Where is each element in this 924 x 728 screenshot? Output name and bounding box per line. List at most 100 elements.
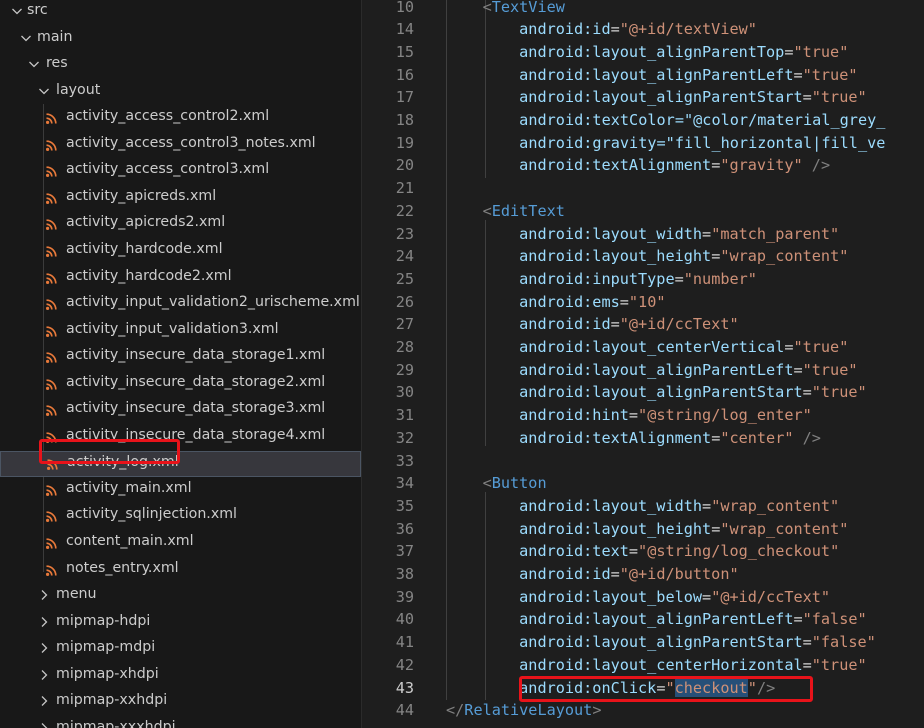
file-item[interactable]: activity_sqlinjection.xml: [0, 504, 361, 530]
file-item[interactable]: activity_input_validation2_urischeme.xml: [0, 292, 361, 318]
code-line[interactable]: android:ems="10": [446, 291, 665, 314]
code-line[interactable]: android:layout_below="@+id/ccText": [446, 586, 830, 609]
code-line[interactable]: android:inputType="number": [446, 268, 757, 291]
file-label: layout: [56, 81, 101, 98]
line-number: 32: [395, 428, 414, 447]
chevron-down-icon[interactable]: [10, 4, 24, 18]
file-item[interactable]: notes_entry.xml: [0, 558, 361, 584]
line-number: 37: [395, 542, 414, 561]
folder-item[interactable]: layout: [0, 80, 361, 106]
code-line[interactable]: android:layout_alignParentLeft="true": [446, 359, 857, 382]
code-line[interactable]: android:textAlignment="center" />: [446, 427, 821, 450]
chevron-right-icon[interactable]: [37, 615, 51, 629]
code-line[interactable]: android:layout_height="wrap_content": [446, 245, 848, 268]
chevron-right-icon[interactable]: [37, 588, 51, 602]
folder-item[interactable]: main: [0, 27, 361, 53]
file-label: activity_input_validation2_urischeme.xml: [66, 294, 360, 311]
code-line[interactable]: android:text="@string/log_checkout": [446, 540, 839, 563]
file-item[interactable]: activity_insecure_data_storage3.xml: [0, 398, 361, 424]
file-label: menu: [56, 586, 97, 603]
file-label: main: [37, 28, 73, 45]
folder-item[interactable]: mipmap-hdpi: [0, 611, 361, 637]
file-item[interactable]: activity_apicreds.xml: [0, 186, 361, 212]
file-item[interactable]: activity_access_control2.xml: [0, 106, 361, 132]
code-line[interactable]: android:id="@+id/textView": [446, 18, 757, 41]
chevron-down-icon[interactable]: [19, 31, 33, 45]
line-number: 33: [395, 451, 414, 470]
code-line[interactable]: android:textAlignment="gravity" />: [446, 154, 830, 177]
code-line[interactable]: android:gravity="fill_horizontal|fill_ve: [446, 132, 885, 155]
code-line[interactable]: android:layout_width="match_parent": [446, 223, 839, 246]
code-line[interactable]: android:id="@+id/ccText": [446, 313, 738, 336]
line-number: 17: [395, 88, 414, 107]
folder-item[interactable]: mipmap-xhdpi: [0, 664, 361, 690]
code-line[interactable]: android:layout_width="wrap_content": [446, 495, 839, 518]
code-line[interactable]: android:layout_alignParentStart="false": [446, 631, 876, 654]
code-line[interactable]: android:layout_centerHorizontal="true": [446, 654, 866, 677]
chevron-right-icon[interactable]: [37, 641, 51, 655]
file-label: mipmap-xhdpi: [56, 665, 159, 682]
file-item[interactable]: activity_input_validation3.xml: [0, 319, 361, 345]
file-item[interactable]: activity_insecure_data_storage2.xml: [0, 372, 361, 398]
code-line[interactable]: android:hint="@string/log_enter": [446, 404, 812, 427]
rss-icon: [46, 193, 57, 204]
code-line[interactable]: android:layout_alignParentStart="true": [446, 381, 866, 404]
rss-icon: [46, 325, 57, 337]
folder-item[interactable]: mipmap-xxxhdpi: [0, 717, 361, 728]
line-number: 36: [395, 519, 414, 538]
line-number: 43: [395, 678, 414, 697]
chevron-down-icon[interactable]: [37, 84, 51, 98]
file-label: mipmap-mdpi: [56, 639, 156, 656]
file-item[interactable]: activity_apicreds2.xml: [0, 212, 361, 238]
code-line[interactable]: android:layout_alignParentLeft="false": [446, 608, 866, 631]
line-number: 21: [395, 179, 414, 198]
file-item[interactable]: activity_access_control3.xml: [0, 159, 361, 185]
code-line[interactable]: <EditText: [446, 200, 565, 223]
line-number: 14: [395, 20, 414, 39]
line-number: 39: [395, 587, 414, 606]
chevron-right-icon[interactable]: [37, 668, 51, 682]
file-label: activity_main.xml: [66, 479, 192, 496]
rss-icon: [46, 511, 57, 523]
chevron-right-icon[interactable]: [37, 721, 51, 728]
file-label: src: [27, 2, 48, 18]
file-item[interactable]: activity_insecure_data_storage1.xml: [0, 345, 361, 371]
code-editor[interactable]: 10 <TextView 14 android:id="@+id/textView…: [362, 0, 924, 728]
chevron-down-icon[interactable]: [27, 57, 41, 71]
file-item[interactable]: activity_hardcode.xml: [0, 239, 361, 265]
rss-icon: [46, 352, 57, 364]
code-line[interactable]: android:textColor="@color/material_grey_: [446, 109, 885, 132]
code-line[interactable]: android:layout_alignParentStart="true": [446, 86, 866, 109]
line-number: 42: [395, 655, 414, 674]
folder-item[interactable]: menu: [0, 584, 361, 610]
chevron-right-icon[interactable]: [37, 694, 51, 708]
folder-item[interactable]: mipmap-xxhdpi: [0, 690, 361, 716]
file-label: activity_access_control3_notes.xml: [66, 134, 316, 151]
rss-icon: [46, 405, 57, 417]
file-label: notes_entry.xml: [66, 559, 179, 576]
file-label: content_main.xml: [66, 533, 194, 549]
folder-item[interactable]: src: [0, 0, 361, 26]
line-number: 30: [395, 383, 414, 402]
file-item[interactable]: activity_access_control3_notes.xml: [0, 133, 361, 159]
folder-item[interactable]: res: [0, 53, 361, 79]
line-number: 44: [395, 701, 414, 720]
line-number: 35: [395, 496, 414, 515]
file-label: mipmap-xxxhdpi: [56, 718, 176, 728]
file-item[interactable]: activity_main.xml: [0, 478, 361, 504]
line-number: 38: [395, 565, 414, 583]
line-number: 28: [395, 338, 414, 356]
code-line[interactable]: android:id="@+id/button": [446, 563, 738, 586]
code-line[interactable]: android:layout_alignParentLeft="true": [446, 64, 857, 87]
code-line[interactable]: android:layout_alignParentTop="true": [446, 41, 848, 64]
code-line[interactable]: android:layout_centerVertical="true": [446, 336, 848, 359]
folder-item[interactable]: mipmap-mdpi: [0, 637, 361, 663]
code-line[interactable]: <Button: [446, 472, 547, 495]
file-item[interactable]: activity_hardcode2.xml: [0, 266, 361, 292]
annotation-highlight-file: [39, 439, 180, 464]
line-number: 23: [395, 224, 414, 243]
code-line[interactable]: </RelativeLayout>: [446, 699, 601, 722]
code-line[interactable]: <TextView: [446, 0, 565, 18]
code-line[interactable]: android:layout_height="wrap_content": [446, 518, 848, 541]
file-item[interactable]: content_main.xml: [0, 531, 361, 557]
